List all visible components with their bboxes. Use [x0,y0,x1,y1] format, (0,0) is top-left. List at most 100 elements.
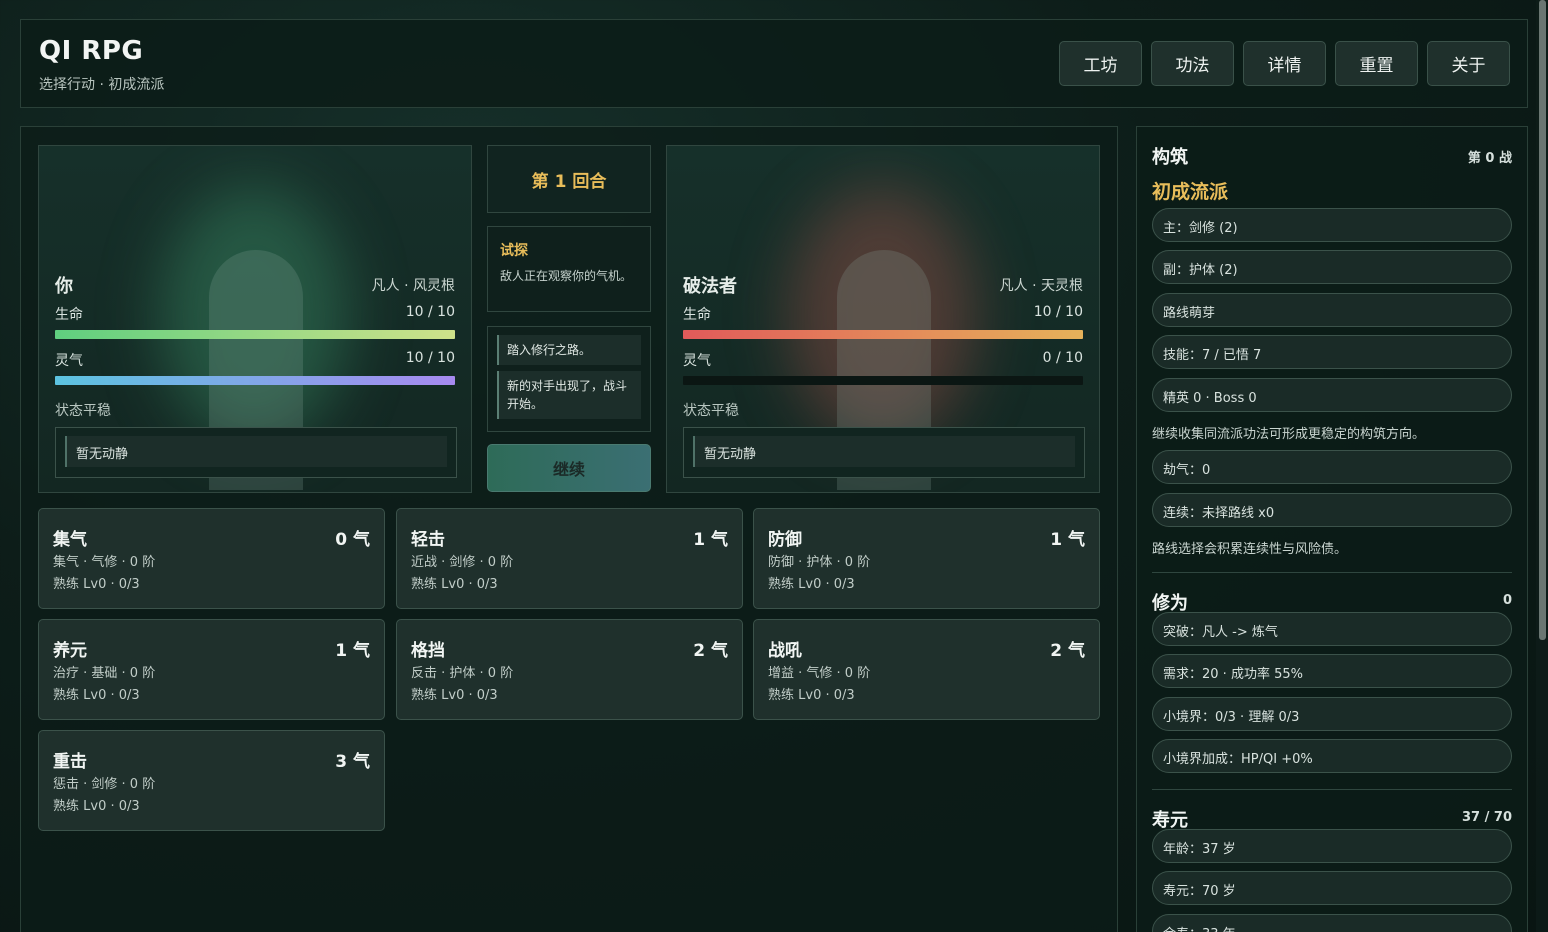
skill-card-nourish[interactable]: 养元 1 气 治疗 · 基础 · 0 阶 熟练 Lv0 · 0/3 [38,619,385,720]
skill-cost: 1 气 [693,530,728,550]
lifespan-value: 37 / 70 [1462,810,1512,825]
skill-card-heavy-strike[interactable]: 重击 3 气 惩击 · 剑修 · 0 阶 熟练 Lv0 · 0/3 [38,730,385,831]
continue-button[interactable]: 继续 [487,444,651,492]
breakthrough-target: 突破：凡人 -> 炼气 [1152,612,1512,646]
player-status: 状态平稳 [55,403,111,419]
skill-name: 重击 [53,752,87,772]
skill-proficiency: 熟练 Lv0 · 0/3 [411,688,498,703]
lifespan-remaining: 余寿：33 年 [1152,914,1512,932]
about-button[interactable]: 关于 [1427,41,1510,86]
skill-proficiency: 熟练 Lv0 · 0/3 [53,577,140,592]
skill-cost: 1 气 [335,641,370,661]
player-qi-fill [55,376,455,385]
enemy-intent: 试探 敌人正在观察你的气机。 [487,226,651,312]
skill-card-gather-qi[interactable]: 集气 0 气 集气 · 气修 · 0 阶 熟练 Lv0 · 0/3 [38,508,385,609]
round-indicator: 第 1 回合 [487,145,651,213]
intent-desc: 敌人正在观察你的气机。 [500,269,633,283]
build-streak: 连续：未择路线 x0 [1152,493,1512,527]
skill-proficiency: 熟练 Lv0 · 0/3 [411,577,498,592]
cultivation-value: 0 [1502,593,1512,608]
skill-proficiency: 熟练 Lv0 · 0/3 [768,577,855,592]
section-divider [1152,572,1512,573]
skill-tags: 反击 · 护体 · 0 阶 [411,666,514,681]
skill-proficiency: 熟练 Lv0 · 0/3 [53,799,140,814]
build-elite-boss: 精英 0 · Boss 0 [1152,378,1512,412]
player-qi-bar [55,376,455,385]
skill-cost: 3 气 [335,752,370,772]
skill-cost: 2 气 [693,641,728,661]
build-route: 路线萌芽 [1152,293,1512,327]
build-calamity-qi: 劫气：0 [1152,450,1512,484]
skill-name: 战吼 [768,641,802,661]
battle-panel: 你 凡人 · 风灵根 生命 10 / 10 灵气 10 / 10 状态平稳 暂无… [20,126,1118,932]
intent-title: 试探 [500,243,528,259]
school-name: 初成流派 [1152,181,1229,203]
player-hp-value: 10 / 10 [405,304,455,320]
skill-card-war-cry[interactable]: 战吼 2 气 增益 · 气修 · 0 阶 熟练 Lv0 · 0/3 [753,619,1100,720]
build-note: 继续收集同流派功法可形成更稳定的构筑方向。 [1152,427,1426,442]
enemy-hp-value: 10 / 10 [1033,304,1083,320]
app-title: QI RPG [39,36,144,66]
top-nav: 工坊 功法 详情 重置 关于 [1059,41,1510,86]
player-hp-bar [55,330,455,339]
player-card: 你 凡人 · 风灵根 生命 10 / 10 灵气 10 / 10 状态平稳 暂无… [38,145,472,493]
lifespan-total: 寿元：70 岁 [1152,871,1512,905]
workshop-button[interactable]: 工坊 [1059,41,1142,86]
skill-tags: 惩击 · 剑修 · 0 阶 [53,777,156,792]
battle-log: 踏入修行之路。 新的对手出现了，战斗开始。 [487,326,651,432]
skill-proficiency: 熟练 Lv0 · 0/3 [768,688,855,703]
skill-proficiency: 熟练 Lv0 · 0/3 [53,688,140,703]
enemy-effects-text: 暂无动静 [693,436,1075,467]
skill-cost: 1 气 [1050,530,1085,550]
skill-name: 集气 [53,530,87,550]
skill-card-block[interactable]: 格挡 2 气 反击 · 护体 · 0 阶 熟练 Lv0 · 0/3 [396,619,743,720]
section-divider [1152,789,1512,790]
skill-name: 格挡 [411,641,445,661]
player-hp-label: 生命 [55,307,83,323]
enemy-qi-bar [683,376,1083,385]
enemy-hp-fill [683,330,1083,339]
enemy-hp-bar [683,330,1083,339]
player-qi-value: 10 / 10 [405,350,455,366]
details-button[interactable]: 详情 [1243,41,1326,86]
enemy-card: 破法者 凡人 · 天灵根 生命 10 / 10 灵气 0 / 10 状态平稳 暂… [666,145,1100,493]
skill-tags: 治疗 · 基础 · 0 阶 [53,666,156,681]
battle-log-entry: 踏入修行之路。 [497,335,641,365]
player-tags: 凡人 · 风灵根 [371,278,455,294]
skill-tags: 近战 · 剑修 · 0 阶 [411,555,514,570]
scrollbar-thumb[interactable] [1539,0,1546,640]
skill-tags: 防御 · 护体 · 0 阶 [768,555,871,570]
skill-cost: 2 气 [1050,641,1085,661]
minor-realm-bonus: 小境界加成：HP/QI +0% [1152,739,1512,773]
skill-name: 轻击 [411,530,445,550]
build-skill-count: 技能：7 / 已悟 7 [1152,335,1512,369]
enemy-effects-box: 暂无动静 [683,427,1085,478]
player-qi-label: 灵气 [55,353,83,369]
skill-card-light-strike[interactable]: 轻击 1 气 近战 · 剑修 · 0 阶 熟练 Lv0 · 0/3 [396,508,743,609]
breakthrough-requirement: 需求：20 · 成功率 55% [1152,654,1512,688]
enemy-hp-label: 生命 [683,307,711,323]
enemy-qi-label: 灵气 [683,353,711,369]
enemy-status: 状态平稳 [683,403,739,419]
skill-name: 养元 [53,641,87,661]
techniques-button[interactable]: 功法 [1151,41,1234,86]
player-hp-fill [55,330,455,339]
enemy-qi-value: 0 / 10 [1042,350,1083,366]
app-header: QI RPG 选择行动 · 初成流派 工坊 功法 详情 重置 关于 [20,19,1528,108]
player-effects-box: 暂无动静 [55,427,457,478]
player-effects-text: 暂无动静 [65,436,447,467]
build-title: 构筑 [1152,147,1188,168]
skill-card-defend[interactable]: 防御 1 气 防御 · 护体 · 0 阶 熟练 Lv0 · 0/3 [753,508,1100,609]
age: 年龄：37 岁 [1152,829,1512,863]
skill-tags: 集气 · 气修 · 0 阶 [53,555,156,570]
battle-count: 第 0 战 [1467,151,1512,166]
build-sub-school: 副：护体 (2) [1152,250,1512,284]
enemy-name: 破法者 [683,276,737,297]
player-name: 你 [55,276,73,297]
reset-button[interactable]: 重置 [1335,41,1418,86]
enemy-tags: 凡人 · 天灵根 [999,278,1083,294]
battle-log-entry: 新的对手出现了，战斗开始。 [497,371,641,419]
build-main-school: 主：剑修 (2) [1152,208,1512,242]
skill-name: 防御 [768,530,802,550]
skill-tags: 增益 · 气修 · 0 阶 [768,666,871,681]
